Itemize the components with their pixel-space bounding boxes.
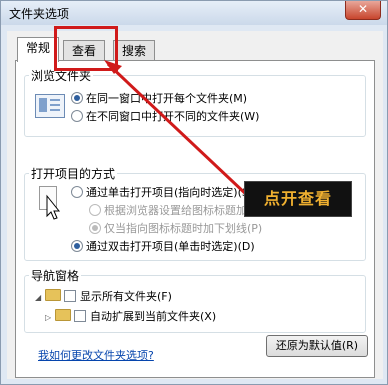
annotation-highlight-box: [54, 26, 118, 71]
annotation-callout: 点开查看: [244, 181, 352, 217]
